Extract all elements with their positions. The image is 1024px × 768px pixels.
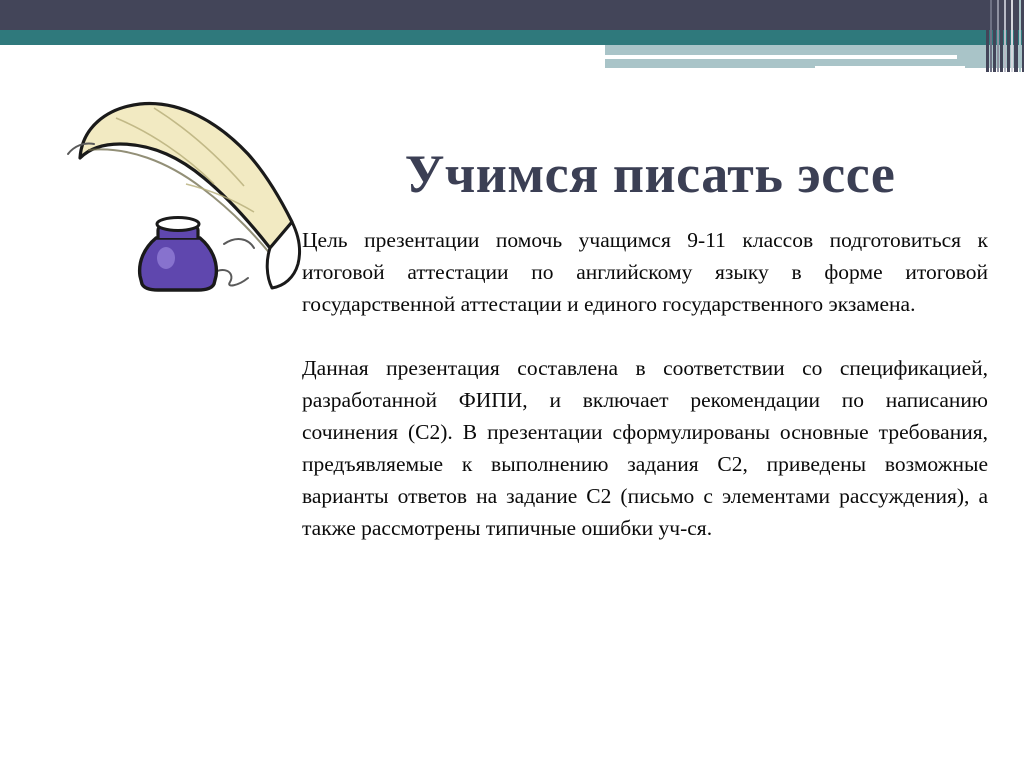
header-notch-lower (0, 53, 605, 65)
header-vertical-stripe-1 (986, 0, 989, 72)
header-notch-upper (0, 45, 605, 53)
inkwell-rim (155, 216, 201, 232)
inkwell-highlight (157, 247, 175, 269)
slide-body: Цель презентации помочь учащимся 9-11 кл… (302, 224, 988, 544)
quill-pen-and-inkwell-icon (67, 101, 302, 292)
header-vertical-stripe-7 (1007, 0, 1010, 72)
header-vertical-stripe-2 (990, 0, 992, 72)
header-vertical-stripe-9 (1014, 0, 1018, 72)
flourish-stroke-mid (223, 238, 255, 249)
header-band-dark (0, 0, 1024, 30)
header-step-band-one-cut (605, 55, 957, 59)
slide-title: Учимся писать эссе (404, 144, 896, 204)
header-step-band-two-cut (815, 66, 965, 70)
header-vertical-stripe-4 (997, 0, 999, 72)
header-vertical-stripe-10 (1019, 0, 1021, 72)
quill-illustration (58, 88, 314, 298)
inkwell-body (137, 236, 219, 292)
header-vertical-stripe-6 (1004, 0, 1006, 72)
header-vertical-stripe-8 (1011, 0, 1013, 72)
body-paragraph-2: Данная презентация составлена в соответс… (302, 356, 988, 540)
header-band-teal (0, 30, 1024, 45)
body-paragraph-1: Цель презентации помочь учащимся 9-11 кл… (302, 228, 988, 316)
header-vertical-stripe-5 (1000, 0, 1003, 72)
presentation-slide: Учимся писать эссе Цель презентации помо… (0, 0, 1024, 768)
header-vertical-stripe-3 (993, 0, 996, 72)
